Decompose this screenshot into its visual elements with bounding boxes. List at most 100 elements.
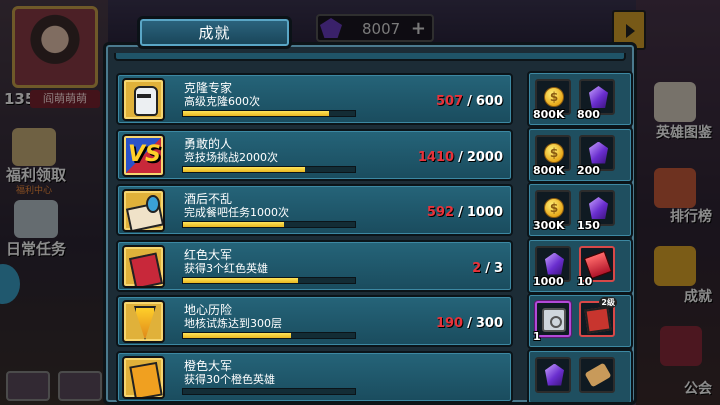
progress-current: 507 bbox=[435, 94, 464, 109]
gem-balance: 8007 bbox=[362, 20, 401, 38]
progress-separator: / bbox=[467, 316, 472, 331]
panel-top-strip bbox=[114, 53, 626, 61]
welfare-sublabel: 福利中心 bbox=[16, 186, 53, 196]
progress-separator: / bbox=[458, 205, 463, 220]
pinned-note-icon bbox=[122, 189, 165, 232]
guild-label[interactable]: 公会 bbox=[684, 378, 712, 398]
reward-slot[interactable]: 200 bbox=[577, 134, 615, 177]
reward-amount: 200 bbox=[577, 163, 600, 177]
progress-bar bbox=[182, 332, 356, 339]
mail-button[interactable] bbox=[58, 371, 102, 401]
player-avatar[interactable] bbox=[12, 6, 98, 88]
reward-box[interactable]: 1 2级 bbox=[527, 293, 633, 349]
reward-box[interactable]: $800K 200 bbox=[527, 126, 633, 183]
reward-slot[interactable]: 150 bbox=[577, 190, 615, 232]
achievement-info: 红色大军 获得3个红色英雄 2/3 bbox=[116, 239, 513, 292]
reward-amount: 300K bbox=[533, 219, 565, 232]
progress-separator: / bbox=[485, 260, 490, 276]
coin-icon: $ bbox=[544, 198, 564, 218]
progress-bar-fill bbox=[183, 111, 330, 116]
achievement-desc: 获得30个橙色英雄 bbox=[184, 372, 275, 386]
reward-box[interactable] bbox=[527, 348, 633, 402]
reward-amount: 150 bbox=[577, 219, 600, 232]
progress-bar bbox=[182, 221, 356, 228]
progress-bar bbox=[182, 387, 356, 395]
vs-icon: VS bbox=[122, 133, 165, 177]
achievement-trophy-icon[interactable] bbox=[654, 246, 696, 286]
gem-icon bbox=[545, 363, 564, 386]
achievement-row[interactable]: 克隆专家 高级克隆600次 507/600 $800K 800 bbox=[116, 71, 633, 127]
reward-slot[interactable]: $800K bbox=[533, 79, 571, 121]
progress-bar bbox=[182, 276, 356, 284]
achievement-row[interactable]: 红色大军 获得3个红色英雄 2/3 1000 10 bbox=[116, 237, 633, 294]
gem-counter: 8007 + bbox=[316, 14, 434, 42]
reward-amount: 1 bbox=[533, 330, 541, 343]
hero-atlas-label[interactable]: 英雄图鉴 bbox=[656, 122, 712, 142]
achievement-info: 橙色大军 获得30个橙色英雄 bbox=[116, 350, 513, 402]
icon-text: VS bbox=[128, 141, 161, 167]
reward-amount: 800 bbox=[577, 108, 600, 121]
achievement-row[interactable]: 地心历险 地核试炼达到300层 190/300 1 2级 bbox=[116, 293, 633, 349]
hero-atlas-icon[interactable] bbox=[654, 82, 696, 122]
welfare-label[interactable]: 福利领取 bbox=[6, 164, 66, 185]
achievement-info: 地心历险 地核试炼达到300层 190/300 bbox=[116, 295, 513, 347]
friends-button[interactable] bbox=[6, 371, 50, 401]
reward-slot[interactable] bbox=[579, 356, 615, 393]
gem-icon bbox=[589, 141, 608, 164]
drill-icon bbox=[122, 300, 165, 343]
progress-current: 2 bbox=[472, 260, 482, 276]
gem-icon bbox=[589, 86, 608, 108]
reward-slot[interactable] bbox=[535, 356, 571, 393]
reward-slot[interactable]: 800 bbox=[577, 79, 615, 121]
gift-box-icon[interactable] bbox=[12, 128, 56, 166]
guild-icon[interactable] bbox=[660, 326, 702, 366]
reward-slot[interactable]: $300K bbox=[533, 190, 571, 232]
leaderboard-icon[interactable] bbox=[654, 168, 696, 208]
daily-task-icon[interactable] bbox=[14, 200, 58, 238]
achievement-desc: 获得3个红色英雄 bbox=[184, 261, 268, 275]
panel-title: 成就 bbox=[198, 24, 231, 42]
reward-box[interactable]: 1000 10 bbox=[527, 237, 633, 294]
achievement-info: 酒后不乱 完成餐吧任务1000次 592/1000 bbox=[116, 184, 513, 236]
safe-icon bbox=[542, 308, 566, 332]
scroll-icon bbox=[584, 362, 612, 387]
progress-current: 190 bbox=[435, 316, 464, 331]
achievement-info: 克隆专家 高级克隆600次 507/600 bbox=[116, 73, 513, 125]
reward-slot[interactable]: 10 bbox=[577, 245, 615, 288]
progress-separator: / bbox=[467, 94, 472, 109]
orange-cards-icon bbox=[122, 355, 165, 399]
daily-task-label[interactable]: 日常任务 bbox=[6, 238, 66, 259]
reward-box[interactable]: $800K 800 bbox=[527, 71, 633, 127]
progress-total: 1000 bbox=[466, 205, 503, 220]
reward-slot[interactable]: 1 bbox=[533, 301, 571, 343]
reward-slot[interactable]: 1000 bbox=[533, 245, 571, 288]
achievement-desc: 完成餐吧任务1000次 bbox=[184, 206, 289, 219]
achievement-row[interactable]: VS 勇敢的人 竞技场挑战2000次 1410/2000 $800K 200 bbox=[116, 126, 633, 183]
robot-icon bbox=[122, 78, 165, 121]
progress-bar bbox=[182, 165, 356, 173]
reward-badge: 2级 bbox=[599, 297, 617, 308]
coin-icon: $ bbox=[544, 87, 564, 107]
achievement-row[interactable]: 酒后不乱 完成餐吧任务1000次 592/1000 $300K 150 bbox=[116, 182, 633, 238]
add-gem-icon[interactable]: + bbox=[411, 18, 426, 39]
progress-bar-fill bbox=[183, 333, 292, 338]
leaderboard-label[interactable]: 排行榜 bbox=[670, 206, 712, 226]
achievement-label[interactable]: 成就 bbox=[684, 286, 712, 306]
achievement-desc: 竞技场挑战2000次 bbox=[184, 150, 278, 164]
gem-icon bbox=[589, 197, 608, 219]
progress-total: 600 bbox=[475, 94, 503, 109]
progress-total: 3 bbox=[493, 260, 503, 276]
player-name: 阎萌萌萌 bbox=[30, 90, 100, 108]
gem-icon bbox=[545, 252, 564, 275]
reward-slot[interactable]: $800K bbox=[533, 134, 571, 177]
achievement-desc: 高级克隆600次 bbox=[184, 95, 260, 108]
progress-bar-fill bbox=[183, 166, 306, 172]
coin-icon: $ bbox=[544, 142, 564, 163]
reward-box[interactable]: $300K 150 bbox=[527, 182, 633, 238]
book-icon bbox=[584, 306, 612, 334]
reward-slot[interactable]: 2级 bbox=[579, 297, 617, 337]
progress-bar-fill bbox=[183, 222, 285, 227]
progress-current: 1410 bbox=[417, 149, 455, 165]
progress-current: 592 bbox=[426, 205, 455, 220]
achievement-row[interactable]: 橙色大军 获得30个橙色英雄 bbox=[116, 348, 633, 402]
